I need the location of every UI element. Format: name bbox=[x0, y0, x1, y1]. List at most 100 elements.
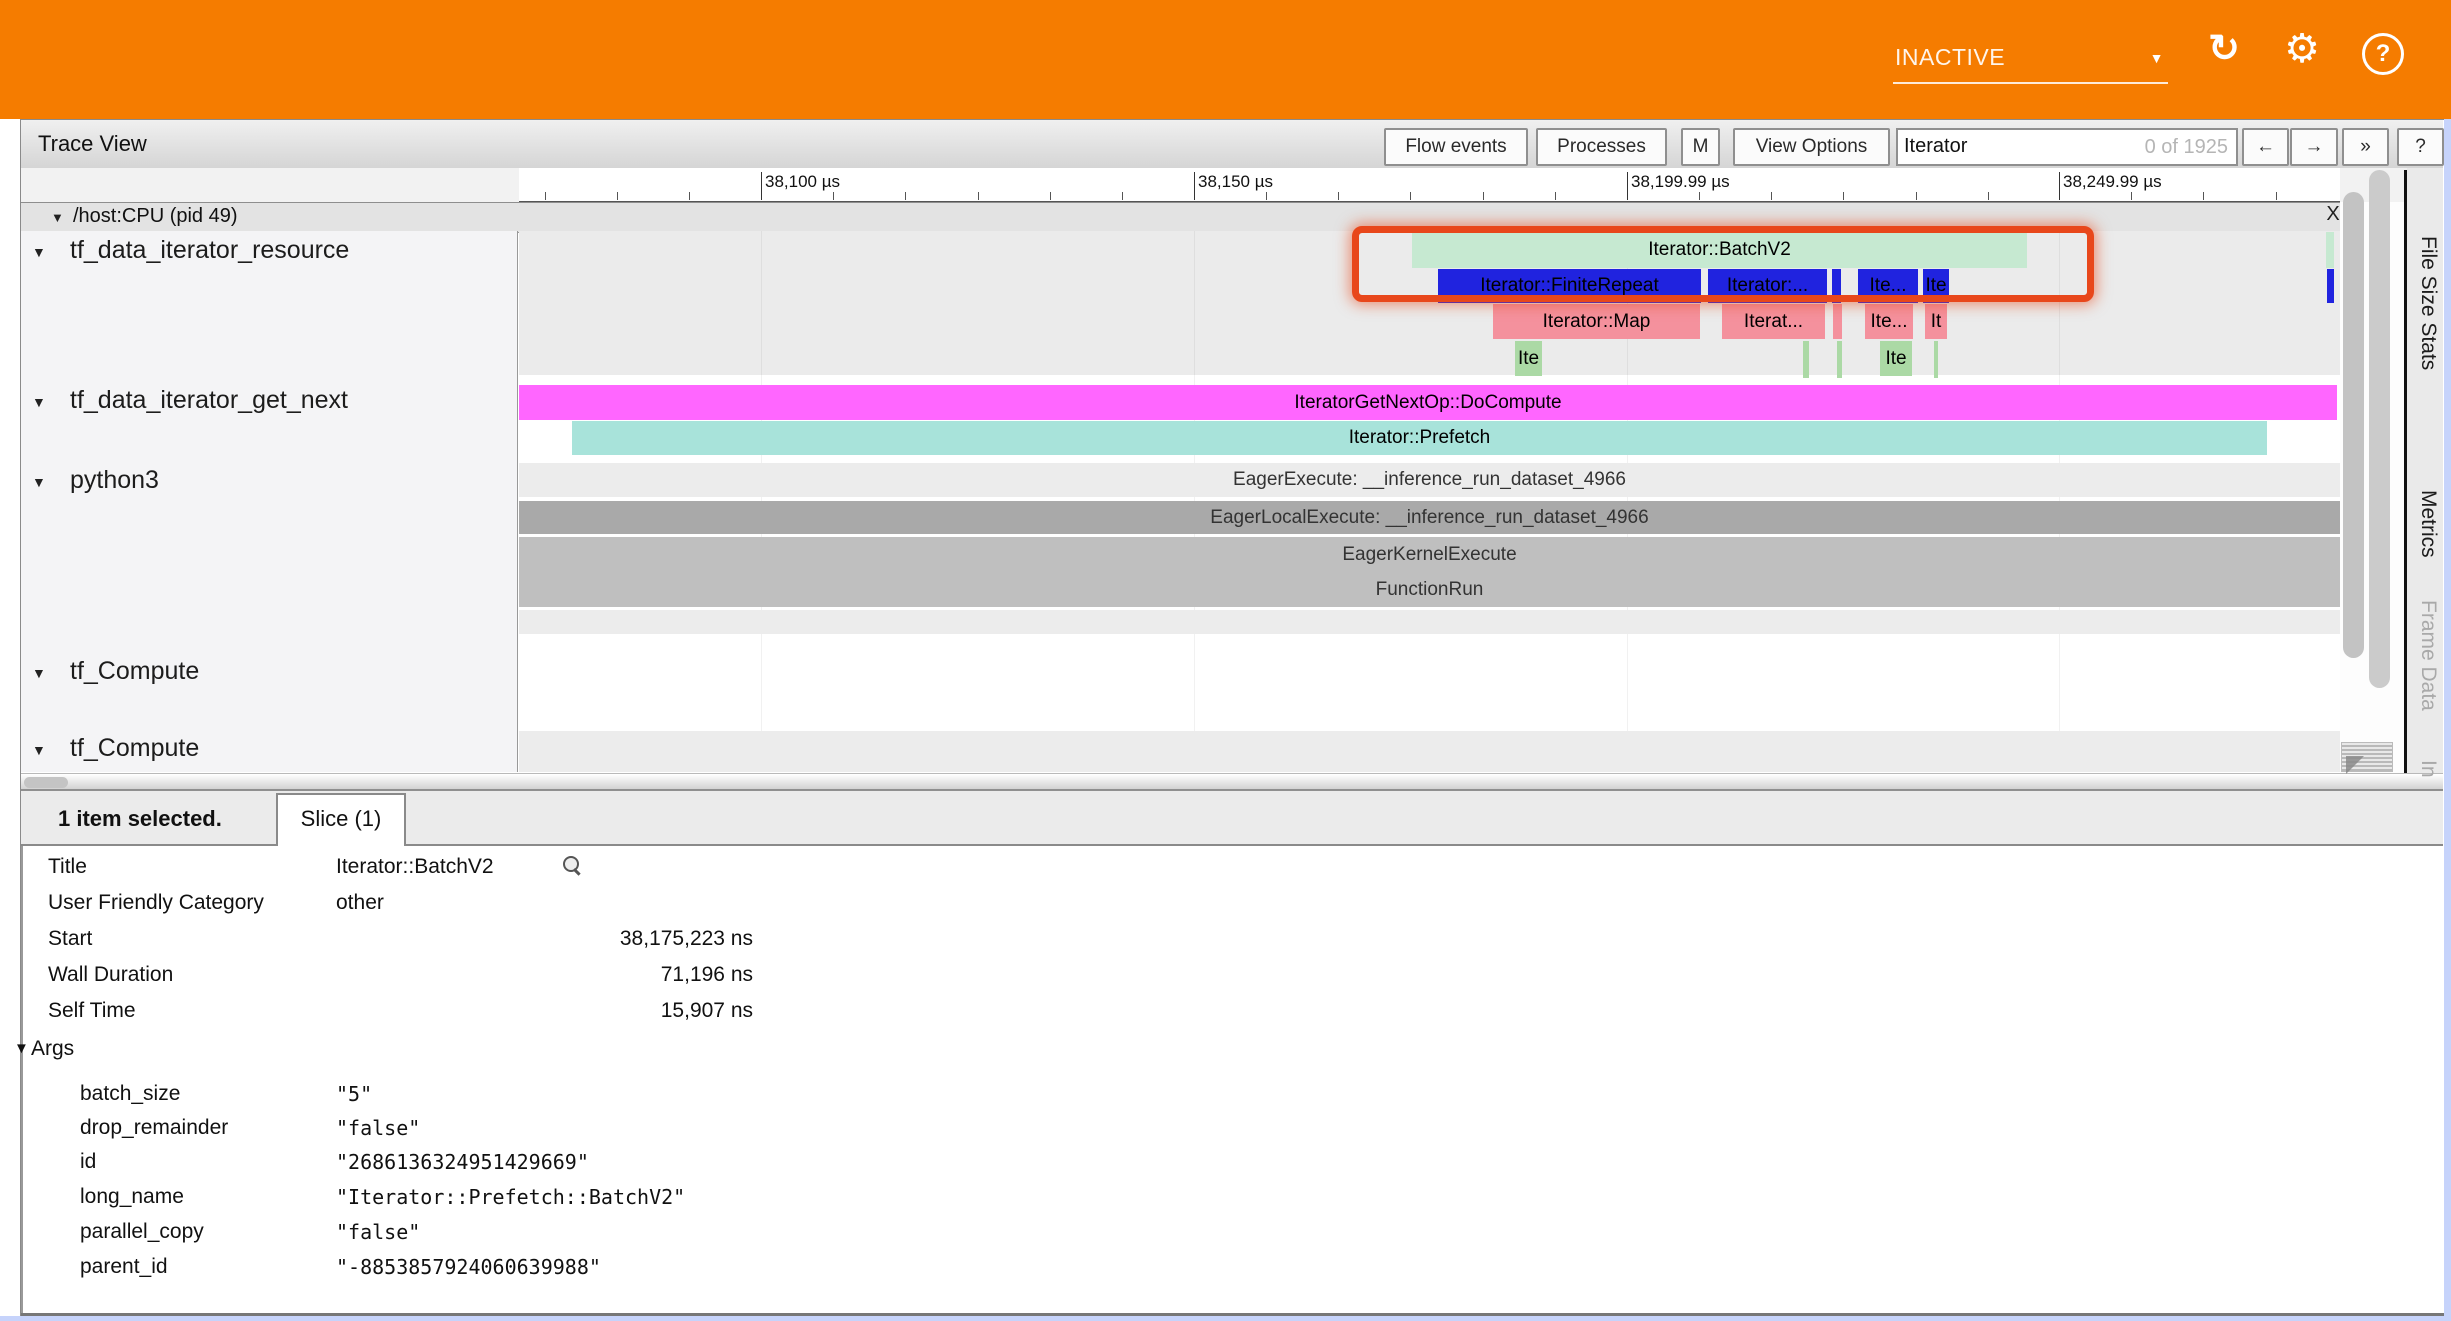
arg-name: drop_remainder bbox=[80, 1111, 228, 1145]
minor-tick bbox=[1266, 192, 1267, 200]
vertical-scrollbar-thumb[interactable] bbox=[2343, 192, 2364, 658]
find-input[interactable]: Iterator 0 of 1925 bbox=[1896, 128, 2238, 166]
trace-event-slice[interactable] bbox=[1832, 269, 1841, 303]
find-previous-button[interactable]: ← bbox=[2242, 128, 2289, 166]
trace-event-slice[interactable]: Iterator:... bbox=[1708, 269, 1827, 303]
arg-name: id bbox=[80, 1145, 96, 1179]
side-tab[interactable]: Metrics bbox=[2410, 490, 2440, 558]
tick-label: 38,150 µs bbox=[1198, 172, 1273, 192]
trace-event-band[interactable]: FunctionRun bbox=[519, 572, 2340, 607]
trace-event-band[interactable]: EagerLocalExecute: __inference_run_datas… bbox=[519, 501, 2340, 534]
minor-tick bbox=[2203, 192, 2204, 200]
tick-label: 38,249.99 µs bbox=[2063, 172, 2162, 192]
trace-event-slice[interactable] bbox=[2326, 232, 2334, 268]
minor-tick bbox=[1338, 192, 1339, 200]
side-tab[interactable]: In bbox=[2410, 760, 2440, 778]
minor-tick bbox=[1843, 192, 1844, 200]
horizontal-scrollbar[interactable] bbox=[21, 773, 2443, 791]
major-tick: 38,249.99 µs bbox=[2059, 172, 2060, 200]
track-label-text: tf_Compute bbox=[70, 734, 199, 763]
horizontal-scrollbar-thumb[interactable] bbox=[24, 777, 68, 788]
find-result-count: 0 of 1925 bbox=[2145, 136, 2228, 159]
trace-event-slice[interactable] bbox=[1833, 304, 1842, 339]
tick-label: 38,199.99 µs bbox=[1631, 172, 1730, 192]
arg-name: batch_size bbox=[80, 1077, 180, 1111]
args-expander[interactable]: ▼ Args bbox=[0, 1031, 600, 1067]
m-button[interactable]: M bbox=[1681, 128, 1720, 166]
major-tick: 38,100 µs bbox=[761, 172, 762, 200]
minor-tick bbox=[1050, 192, 1051, 200]
trace-event-slice[interactable]: Ite... bbox=[1865, 304, 1913, 339]
corner-triangle-icon bbox=[2346, 756, 2364, 774]
gear-icon[interactable]: ⚙ bbox=[2280, 26, 2324, 76]
collapse-triangle-icon[interactable]: ▼ bbox=[32, 244, 46, 260]
view-options-button[interactable]: View Options bbox=[1733, 128, 1890, 166]
trace-event-band[interactable]: EagerKernelExecute bbox=[519, 537, 2340, 572]
minor-tick bbox=[1122, 192, 1123, 200]
trace-event-slice[interactable]: Ite bbox=[1923, 269, 1949, 303]
detail-row-value: 71,196 ns bbox=[336, 957, 753, 993]
side-tab[interactable]: File Size Stats bbox=[2410, 236, 2440, 370]
trace-event-slice[interactable]: Iterator::Prefetch bbox=[572, 421, 2267, 455]
window-right-edge bbox=[2444, 119, 2451, 1321]
track-label-text: tf_Compute bbox=[70, 657, 199, 686]
trace-event-band[interactable] bbox=[519, 731, 2340, 772]
find-next-button[interactable]: → bbox=[2290, 128, 2338, 166]
collapse-triangle-icon[interactable]: ▼ bbox=[51, 210, 64, 225]
trace-event-band[interactable]: EagerExecute: __inference_run_dataset_49… bbox=[519, 463, 2340, 497]
track-label-row[interactable]: ▼ python3 bbox=[0, 464, 490, 500]
status-dropdown[interactable]: INACTIVE ▼ bbox=[1893, 38, 2168, 84]
process-header[interactable]: ▼ /host:CPU (pid 49) bbox=[21, 202, 2443, 233]
collapse-triangle-icon[interactable]: ▼ bbox=[32, 665, 46, 681]
track-label-row[interactable]: ▼ tf_data_iterator_resource bbox=[0, 234, 490, 270]
trace-event-slice[interactable]: Iterator::BatchV2 bbox=[1412, 232, 2027, 268]
trace-event-slice[interactable]: Ite bbox=[1515, 341, 1542, 376]
trace-event-slice[interactable] bbox=[2327, 269, 2334, 303]
help-icon[interactable]: ? bbox=[2362, 33, 2404, 75]
trace-event-band[interactable] bbox=[519, 610, 2340, 634]
trace-event-slice[interactable] bbox=[1837, 341, 1842, 378]
outer-vertical-scrollbar-thumb[interactable] bbox=[2369, 170, 2390, 688]
minor-tick bbox=[2131, 192, 2132, 200]
trace-event-slice[interactable]: It bbox=[1925, 304, 1947, 339]
minor-tick bbox=[1916, 192, 1917, 200]
trace-event-slice[interactable]: Iterat... bbox=[1722, 304, 1825, 339]
track-label-row[interactable]: ▼ tf_Compute bbox=[0, 732, 490, 768]
search-value-icon[interactable] bbox=[563, 856, 583, 876]
processes-button[interactable]: Processes bbox=[1536, 128, 1667, 166]
arg-value: "Iterator::Prefetch::BatchV2" bbox=[336, 1180, 685, 1214]
minor-tick bbox=[689, 192, 690, 200]
collapse-controls-button[interactable]: » bbox=[2342, 128, 2389, 166]
detail-row-label: User Friendly Category bbox=[48, 885, 264, 921]
collapse-triangle-icon[interactable]: ▼ bbox=[32, 394, 46, 410]
selection-count-label: 1 item selected. bbox=[58, 806, 222, 832]
trace-event-slice[interactable]: Ite bbox=[1880, 341, 1912, 376]
flow-events-button[interactable]: Flow events bbox=[1384, 128, 1528, 166]
minor-tick bbox=[2276, 192, 2277, 200]
minor-tick bbox=[1410, 192, 1411, 200]
tab-slice[interactable]: Slice (1) bbox=[276, 793, 406, 846]
status-dropdown-value: INACTIVE bbox=[1895, 44, 2005, 71]
track-label-text: tf_data_iterator_resource bbox=[70, 236, 349, 265]
page-title: Trace View bbox=[38, 131, 147, 157]
side-tab[interactable]: Frame Data bbox=[2410, 600, 2440, 711]
chevron-down-icon: ▼ bbox=[2150, 50, 2164, 66]
trace-event-slice[interactable] bbox=[1934, 341, 1938, 378]
shortcuts-help-button[interactable]: ? bbox=[2397, 128, 2444, 166]
tick-label: 38,100 µs bbox=[765, 172, 840, 192]
minor-tick bbox=[978, 192, 979, 200]
track-label-row[interactable]: ▼ tf_Compute bbox=[0, 655, 490, 691]
trace-event-slice[interactable]: Ite... bbox=[1858, 269, 1918, 303]
collapse-triangle-icon[interactable]: ▼ bbox=[32, 742, 46, 758]
trace-viewer-page: INACTIVE ▼ ↻ ⚙ ? Trace View Flow events … bbox=[0, 0, 2451, 1321]
track-label-row[interactable]: ▼ tf_data_iterator_get_next bbox=[0, 384, 490, 420]
trace-event-slice[interactable] bbox=[1803, 341, 1809, 378]
collapse-triangle-icon[interactable]: ▼ bbox=[32, 474, 46, 490]
arg-name: parallel_copy bbox=[80, 1215, 204, 1249]
trace-event-slice[interactable]: IteratorGetNextOp::DoCompute bbox=[519, 385, 2337, 420]
reload-icon[interactable]: ↻ bbox=[2202, 26, 2246, 76]
track-label-text: tf_data_iterator_get_next bbox=[70, 386, 348, 415]
trace-event-slice[interactable]: Iterator::FiniteRepeat bbox=[1438, 269, 1701, 303]
trace-event-slice[interactable]: Iterator::Map bbox=[1493, 304, 1700, 339]
minor-tick bbox=[545, 192, 546, 200]
